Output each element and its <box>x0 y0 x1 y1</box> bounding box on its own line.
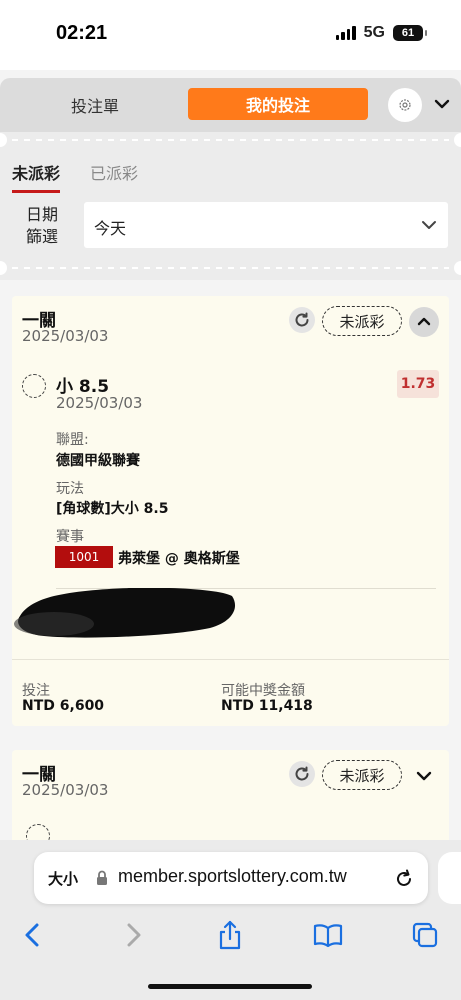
header-menu-button[interactable] <box>432 94 452 118</box>
event-label: 賽事 <box>56 529 84 545</box>
battery-icon: 61 <box>393 25 427 41</box>
chevron-down-icon <box>422 221 436 229</box>
collapse-button[interactable] <box>409 307 439 337</box>
date-filter-label: 日期篩選 <box>25 205 58 246</box>
book-icon <box>313 924 343 948</box>
forward-button[interactable] <box>116 918 150 952</box>
payout-label: 可能中獎金額 <box>221 683 305 699</box>
status-icons: 5G 61 <box>335 24 427 42</box>
next-tab-preview[interactable] <box>438 852 461 904</box>
back-button[interactable] <box>16 918 50 952</box>
divider-dots <box>0 261 461 275</box>
tab-settled[interactable]: 已派彩 <box>90 160 138 184</box>
bet-status-badge: 未派彩 <box>322 760 402 790</box>
event-code-badge: 1001 <box>55 546 113 568</box>
reload-icon[interactable] <box>394 867 414 889</box>
browser-bar: 大小 member.sportslottery.com.tw <box>0 840 461 1000</box>
league-value: 德國甲級聯賽 <box>56 453 140 469</box>
event-name: 弗萊堡 @ 奧格斯堡 <box>118 551 240 567</box>
selection-status-icon <box>22 374 46 398</box>
tab-betslip[interactable]: 投注單 <box>40 93 150 117</box>
expand-button[interactable] <box>415 767 433 789</box>
redacted-area <box>14 588 236 638</box>
odds-badge: 1.73 <box>397 370 439 398</box>
tabs-icon <box>412 922 438 948</box>
network-label: 5G <box>363 24 385 41</box>
status-bar: 02:21 5G 61 <box>0 0 461 70</box>
league-label: 聯盟: <box>56 432 89 448</box>
signal-icon <box>335 26 356 40</box>
refresh-button[interactable] <box>289 761 315 787</box>
tab-mybets[interactable]: 我的投注 <box>188 88 368 120</box>
bets-header: 投注單 我的投注 <box>0 78 461 132</box>
filter-area: 未派彩 已派彩 日期篩選 今天 <box>0 132 461 280</box>
chevron-down-icon <box>416 771 432 781</box>
back-icon <box>25 923 39 947</box>
share-icon <box>219 920 241 950</box>
stake-value: NTD 6,600 <box>22 698 105 714</box>
share-button[interactable] <box>213 918 247 952</box>
selection-date: 2025/03/03 <box>56 394 143 412</box>
stake-label: 投注 <box>22 683 50 699</box>
forward-icon <box>127 923 141 947</box>
settings-button[interactable] <box>388 88 422 122</box>
tab-unsettled[interactable]: 未派彩 <box>12 160 61 193</box>
gear-icon <box>399 99 411 111</box>
date-filter-select[interactable]: 今天 <box>84 202 448 248</box>
bet-date: 2025/03/03 <box>22 781 109 799</box>
market-label: 玩法 <box>56 481 84 497</box>
chevron-up-icon <box>417 317 431 326</box>
url-text: member.sportslottery.com.tw <box>118 866 347 886</box>
date-filter-value: 今天 <box>94 219 127 238</box>
bet-card: 一關 2025/03/03 未派彩 小 8.5 2025/03/03 1.73 … <box>12 296 449 726</box>
status-time: 02:21 <box>56 22 108 44</box>
refresh-icon <box>295 312 309 327</box>
refresh-icon <box>295 766 309 781</box>
lock-icon <box>97 870 107 885</box>
divider <box>12 659 449 660</box>
home-indicator <box>148 984 312 989</box>
market-value: [角球數]大小 8.5 <box>56 501 169 517</box>
bookmarks-button[interactable] <box>311 918 345 952</box>
refresh-button[interactable] <box>289 307 315 333</box>
chevron-down-icon <box>434 99 450 109</box>
bet-status-badge: 未派彩 <box>322 306 402 336</box>
tabs-button[interactable] <box>408 918 442 952</box>
payout-value: NTD 11,418 <box>221 698 313 714</box>
browser-toolbar <box>0 918 461 952</box>
text-size-button[interactable]: 大小 <box>48 868 78 889</box>
divider-dots <box>0 133 461 147</box>
bet-date: 2025/03/03 <box>22 327 109 345</box>
address-bar[interactable]: 大小 member.sportslottery.com.tw <box>34 852 428 904</box>
